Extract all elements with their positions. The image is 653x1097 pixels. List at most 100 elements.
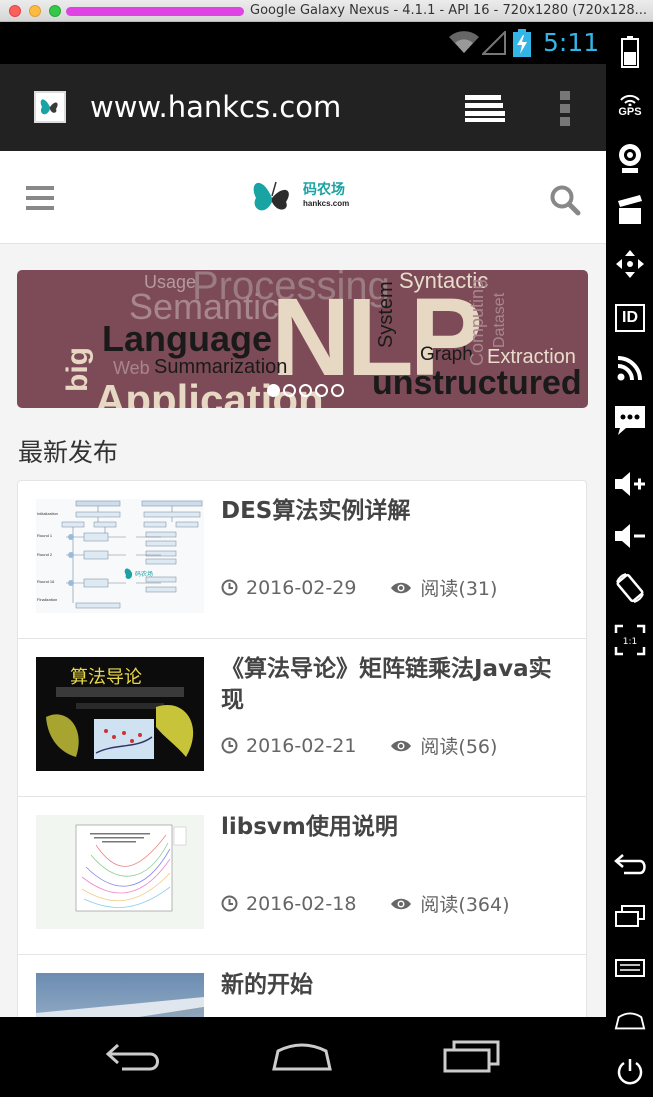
device-id-button[interactable]: ID bbox=[614, 302, 646, 334]
url-bar[interactable]: www.hankcs.com bbox=[90, 90, 341, 124]
menu-icon bbox=[615, 959, 645, 977]
dpad-icon bbox=[616, 250, 644, 278]
webcam-button[interactable] bbox=[614, 142, 646, 174]
zoom-label: 1:1 bbox=[623, 637, 637, 647]
window-maximize-button[interactable] bbox=[49, 5, 61, 17]
recent-apps-icon[interactable] bbox=[442, 1039, 502, 1073]
side-back-button[interactable] bbox=[614, 848, 646, 880]
svg-text:Initialization: Initialization bbox=[37, 511, 58, 516]
post-date: 2016-02-21 bbox=[246, 734, 357, 757]
sms-button[interactable] bbox=[614, 404, 646, 436]
post-thumbnail[interactable] bbox=[36, 815, 204, 929]
hamburger-menu-icon[interactable] bbox=[26, 186, 54, 210]
banner-word: System bbox=[375, 281, 397, 348]
sky-wing-thumbnail bbox=[36, 997, 204, 1017]
logo-text-cn: 码农场 bbox=[303, 181, 345, 197]
libsvm-plot-thumbnail bbox=[36, 815, 204, 929]
side-home-button[interactable] bbox=[614, 1004, 646, 1036]
cast-button[interactable] bbox=[614, 352, 646, 384]
clock-icon bbox=[221, 579, 238, 596]
banner-word: unstructured bbox=[372, 364, 582, 402]
browser-toolbar: www.hankcs.com bbox=[0, 64, 606, 151]
battery-button[interactable] bbox=[614, 36, 646, 68]
slider-dot[interactable] bbox=[283, 384, 296, 397]
site-logo[interactable]: 码农场 hankcs.com bbox=[248, 174, 358, 220]
gps-button[interactable]: GPS bbox=[614, 90, 646, 122]
pixel-perfect-button[interactable]: 1:1 bbox=[614, 624, 646, 656]
logo-text-en: hankcs.com bbox=[303, 199, 350, 208]
post-title[interactable]: libsvm使用说明 bbox=[221, 812, 571, 843]
post-item[interactable]: 新的开始 bbox=[18, 955, 586, 1017]
webcam-icon bbox=[619, 144, 641, 173]
gps-signal-icon bbox=[620, 94, 640, 106]
overflow-menu-icon[interactable] bbox=[559, 90, 571, 126]
web-content: 码农场 hankcs.com Processing Syntactic Usag… bbox=[0, 151, 606, 1017]
power-icon bbox=[617, 1059, 643, 1085]
battery-icon bbox=[621, 36, 639, 68]
clock-icon bbox=[221, 895, 238, 912]
clapperboard-icon bbox=[618, 195, 642, 224]
post-item[interactable]: libsvm使用说明 2016-02-18 阅读(364) bbox=[18, 797, 586, 955]
search-icon[interactable] bbox=[549, 184, 581, 216]
post-thumbnail[interactable] bbox=[36, 973, 204, 1017]
remote-control-button[interactable] bbox=[614, 248, 646, 280]
post-thumbnail[interactable]: 算法导论 bbox=[36, 657, 204, 771]
capture-button[interactable] bbox=[614, 194, 646, 226]
window-minimize-button[interactable] bbox=[29, 5, 41, 17]
status-time: 5:11 bbox=[543, 28, 600, 57]
home-icon[interactable] bbox=[270, 1039, 334, 1073]
battery-charging-icon bbox=[513, 29, 531, 57]
volume-up-button[interactable] bbox=[614, 468, 646, 500]
slider-dot[interactable] bbox=[267, 384, 280, 397]
post-meta: 2016-02-29 阅读(31) bbox=[221, 574, 497, 601]
id-icon: ID bbox=[615, 304, 645, 332]
emulator-toolbar: GPS ID 1:1 bbox=[606, 22, 653, 1097]
recent-apps-icon bbox=[615, 905, 645, 927]
slider-dots bbox=[267, 384, 344, 397]
tabs-icon[interactable] bbox=[463, 93, 505, 123]
back-icon[interactable] bbox=[104, 1039, 164, 1073]
butterfly-icon bbox=[40, 99, 58, 115]
gps-label: GPS bbox=[618, 106, 642, 118]
post-date: 2016-02-29 bbox=[246, 576, 357, 599]
rotate-icon bbox=[616, 573, 644, 603]
volume-down-icon bbox=[615, 524, 645, 548]
android-nav-bar bbox=[0, 1017, 606, 1097]
post-item[interactable]: Initialization Round 1 Round 2 Round 16 Fi… bbox=[18, 481, 586, 639]
site-favicon bbox=[34, 91, 66, 123]
svg-text:Finalization: Finalization bbox=[37, 597, 57, 602]
site-header: 码农场 hankcs.com bbox=[0, 151, 606, 244]
side-recent-button[interactable] bbox=[614, 900, 646, 932]
post-list: Initialization Round 1 Round 2 Round 16 Fi… bbox=[17, 480, 587, 1017]
svg-text:Round 1: Round 1 bbox=[37, 533, 53, 538]
post-thumbnail[interactable]: Initialization Round 1 Round 2 Round 16 Fi… bbox=[36, 499, 204, 613]
banner-slider[interactable]: Processing Syntactic Usage Semantic Lang… bbox=[17, 270, 588, 408]
book-cover-title: 算法导论 bbox=[70, 667, 142, 688]
side-menu-button[interactable] bbox=[614, 952, 646, 984]
volume-down-button[interactable] bbox=[614, 520, 646, 552]
window-titlebar: Google Galaxy Nexus - 4.1.1 - API 16 - 7… bbox=[0, 0, 653, 22]
banner-word: big bbox=[61, 347, 94, 392]
post-title[interactable]: 《算法导论》矩阵链乘法Java实现 bbox=[221, 654, 571, 716]
post-reads: 阅读(56) bbox=[420, 736, 498, 758]
home-icon bbox=[614, 1012, 646, 1030]
eye-icon bbox=[391, 582, 412, 593]
banner-word: Language bbox=[102, 318, 273, 359]
slider-dot[interactable] bbox=[331, 384, 344, 397]
post-meta: 2016-02-21 阅读(56) bbox=[221, 732, 497, 759]
svg-text:Round 16: Round 16 bbox=[37, 579, 55, 584]
post-title[interactable]: DES算法实例详解 bbox=[221, 496, 571, 527]
redacted-text bbox=[66, 7, 244, 16]
post-item[interactable]: 算法导论 《算法导论》矩阵链乘法Java实现 2016-02-21 阅读(56) bbox=[18, 639, 586, 797]
rotate-button[interactable] bbox=[614, 572, 646, 604]
clock-icon bbox=[221, 737, 238, 754]
post-title[interactable]: 新的开始 bbox=[221, 970, 571, 1001]
device-screen: 5:11 www.hankcs.com 码农场 hankcs.com Proce… bbox=[0, 22, 606, 1097]
power-button[interactable] bbox=[614, 1056, 646, 1088]
window-close-button[interactable] bbox=[9, 5, 21, 17]
back-icon bbox=[614, 854, 646, 875]
slider-dot[interactable] bbox=[299, 384, 312, 397]
post-reads: 阅读(31) bbox=[420, 578, 498, 600]
slider-dot[interactable] bbox=[315, 384, 328, 397]
post-date: 2016-02-18 bbox=[246, 892, 357, 915]
